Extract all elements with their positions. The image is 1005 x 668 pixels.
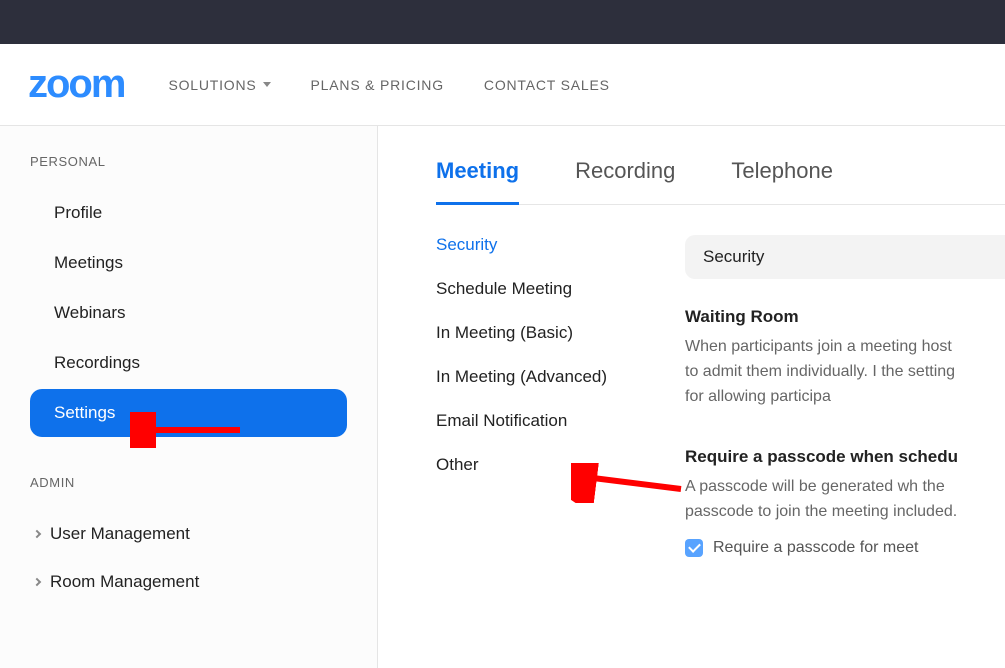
sidebar-item-settings[interactable]: Settings [30, 389, 347, 437]
checkbox-label: Require a passcode for meet [713, 539, 918, 557]
checkbox-checked-icon[interactable] [685, 539, 703, 557]
sidebar-item-user-management[interactable]: User Management [30, 510, 347, 558]
setting-waiting-room: Waiting Room When participants join a me… [685, 307, 1005, 409]
sidebar-item-webinars[interactable]: Webinars [30, 289, 347, 337]
tab-recording[interactable]: Recording [575, 158, 675, 204]
anchor-schedule-meeting[interactable]: Schedule Meeting [436, 279, 675, 299]
content: Meeting Recording Telephone Security Sch… [378, 126, 1005, 668]
top-banner [0, 0, 1005, 44]
logo[interactable]: zoom [28, 62, 124, 107]
tabs: Meeting Recording Telephone [436, 158, 1005, 205]
sidebar-item-meetings[interactable]: Meetings [30, 239, 347, 287]
header-nav: SOLUTIONS PLANS & PRICING CONTACT SALES [168, 77, 609, 93]
sidebar-item-label: User Management [50, 524, 190, 544]
nav-plans[interactable]: PLANS & PRICING [311, 77, 444, 93]
section-heading-security: Security [685, 235, 1005, 279]
setting-description: A passcode will be generated wh the pass… [685, 475, 965, 525]
sidebar: PERSONAL Profile Meetings Webinars Recor… [0, 126, 378, 668]
nav-contact[interactable]: CONTACT SALES [484, 77, 610, 93]
setting-description: When participants join a meeting host to… [685, 335, 965, 409]
sidebar-personal-label: PERSONAL [30, 154, 347, 169]
caret-down-icon [263, 82, 271, 87]
anchor-nav: Security Schedule Meeting In Meeting (Ba… [436, 235, 675, 595]
main: PERSONAL Profile Meetings Webinars Recor… [0, 126, 1005, 668]
tab-meeting[interactable]: Meeting [436, 158, 519, 205]
sidebar-item-recordings[interactable]: Recordings [30, 339, 347, 387]
setting-require-passcode: Require a passcode when schedu A passcod… [685, 447, 1005, 557]
nav-solutions-label: SOLUTIONS [168, 77, 256, 93]
anchor-email-notification[interactable]: Email Notification [436, 411, 675, 431]
settings-pane: Security Waiting Room When participants … [675, 235, 1005, 595]
nav-solutions[interactable]: SOLUTIONS [168, 77, 270, 93]
passcode-checkbox-row[interactable]: Require a passcode for meet [685, 539, 1005, 557]
header: zoom SOLUTIONS PLANS & PRICING CONTACT S… [0, 44, 1005, 126]
chevron-right-icon [33, 530, 41, 538]
sidebar-admin-label: ADMIN [30, 475, 347, 490]
sidebar-item-profile[interactable]: Profile [30, 189, 347, 237]
anchor-other[interactable]: Other [436, 455, 675, 475]
chevron-right-icon [33, 578, 41, 586]
setting-title: Require a passcode when schedu [685, 447, 1005, 467]
anchor-in-meeting-advanced[interactable]: In Meeting (Advanced) [436, 367, 675, 387]
setting-title: Waiting Room [685, 307, 1005, 327]
anchor-security[interactable]: Security [436, 235, 675, 255]
sidebar-item-room-management[interactable]: Room Management [30, 558, 347, 606]
sidebar-item-label: Room Management [50, 572, 199, 592]
anchor-in-meeting-basic[interactable]: In Meeting (Basic) [436, 323, 675, 343]
tab-telephone[interactable]: Telephone [731, 158, 833, 204]
